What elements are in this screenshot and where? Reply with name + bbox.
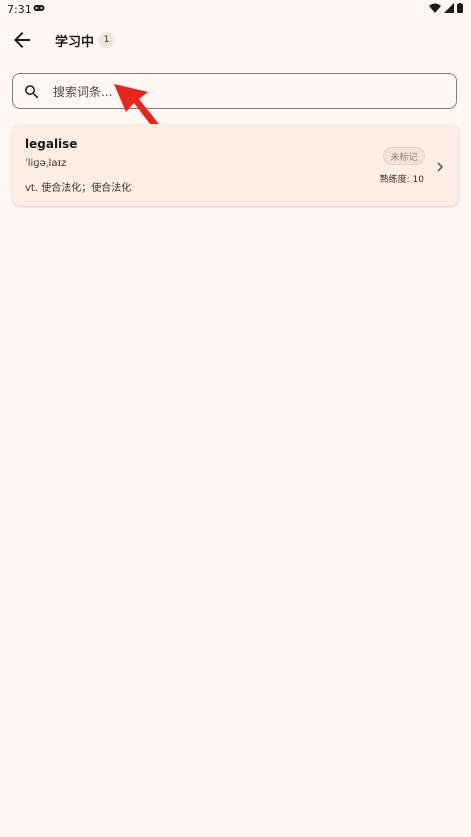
signal-icon: [444, 3, 454, 13]
app-bar: 学习中 1: [0, 24, 471, 58]
page-title: 学习中: [55, 35, 95, 50]
gamepad-icon: [33, 3, 45, 16]
word-phonetic: ˈliɡəˌlaɪz: [25, 158, 67, 169]
wifi-icon: [429, 3, 441, 13]
status-bar: 7:31: [0, 0, 471, 20]
mark-status-chip[interactable]: 未标记: [383, 147, 425, 165]
search-icon: [23, 83, 41, 101]
search-box[interactable]: [12, 73, 457, 110]
word-title: legalise: [25, 137, 78, 151]
search-input[interactable]: [51, 74, 445, 110]
status-icons: [429, 3, 463, 13]
back-button[interactable]: [10, 28, 34, 52]
proficiency-label: 熟练度: 10: [379, 175, 424, 185]
arrow-left-icon: [14, 32, 30, 48]
word-meaning: vt. 使合法化；使合法化: [25, 183, 132, 194]
chevron-right-icon: [434, 158, 446, 172]
status-time: 7:31: [7, 3, 32, 16]
battery-icon: [457, 3, 463, 13]
word-card[interactable]: legalise ˈliɡəˌlaɪz vt. 使合法化；使合法化 未标记 熟练…: [12, 124, 459, 206]
count-badge: 1: [98, 32, 115, 48]
